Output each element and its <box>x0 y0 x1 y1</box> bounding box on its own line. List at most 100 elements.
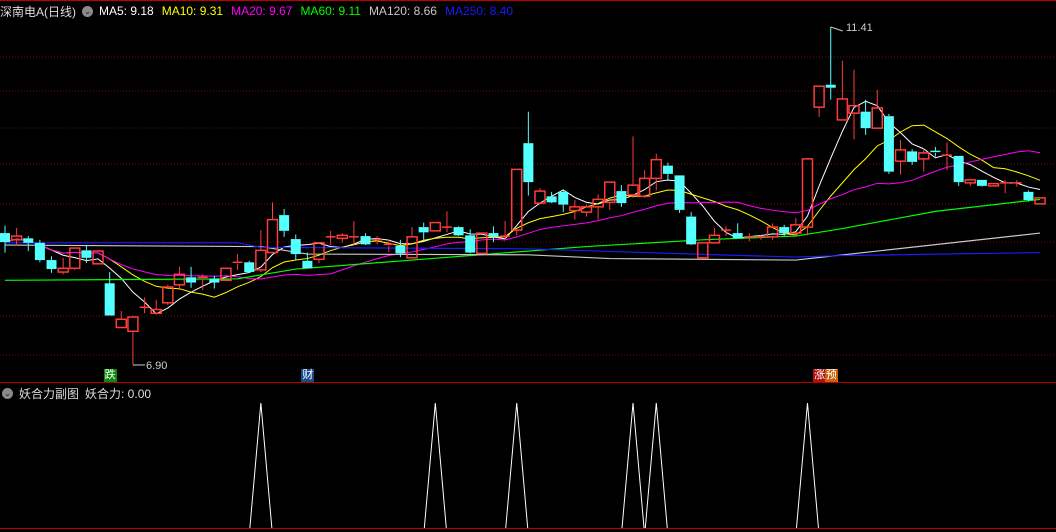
ma60-line <box>4 198 1041 281</box>
candle <box>325 230 336 246</box>
candle-body <box>907 151 918 162</box>
candle-body <box>0 233 10 243</box>
candle-body <box>81 250 92 258</box>
candle <box>580 204 593 217</box>
yaoheli-spike <box>423 402 447 529</box>
candle <box>476 232 488 255</box>
candle-body <box>313 242 325 261</box>
candle <box>558 190 569 213</box>
candle <box>638 170 651 198</box>
candle-body <box>336 234 349 240</box>
candle-body <box>825 84 836 88</box>
candle-body <box>883 116 894 172</box>
ma120-line <box>4 232 1041 261</box>
candle <box>313 242 325 264</box>
candle-body <box>10 235 23 241</box>
candle <box>650 153 663 191</box>
candle-body <box>569 206 581 212</box>
candle-body <box>546 196 557 203</box>
candle-body <box>918 152 930 160</box>
candle <box>546 191 557 204</box>
candle <box>115 311 128 329</box>
candle <box>674 175 685 213</box>
candle-body <box>616 191 627 204</box>
candle <box>150 299 162 315</box>
candle <box>871 89 883 129</box>
candle-body <box>418 227 429 233</box>
candle-body <box>244 262 255 273</box>
candle <box>255 230 267 273</box>
candle <box>883 113 894 174</box>
candle-body <box>465 235 476 253</box>
candle <box>523 111 534 196</box>
candle-body <box>987 182 1000 187</box>
candlestick-chart[interactable]: 11.41 6.90 <box>0 0 1056 532</box>
candle-body <box>127 316 139 333</box>
candle-body <box>1034 197 1046 205</box>
candle <box>266 202 279 254</box>
candle <box>418 222 429 240</box>
signal-tag-wealth: 财 <box>301 369 315 382</box>
candle <box>244 260 255 273</box>
candle <box>0 225 10 253</box>
candle <box>569 200 581 220</box>
candle <box>894 140 907 175</box>
candle-body <box>104 283 115 316</box>
candle-body <box>964 179 977 184</box>
candle <box>860 99 871 135</box>
candle-body <box>697 242 709 259</box>
candle <box>801 158 814 236</box>
candle <box>732 223 743 239</box>
candle-body <box>476 232 488 255</box>
candle-body <box>150 308 162 315</box>
candle <box>360 233 371 246</box>
candle <box>173 266 186 291</box>
yaoheli-spike <box>505 402 529 529</box>
candle-body <box>848 104 860 114</box>
candle-body <box>162 286 174 304</box>
candle <box>336 233 349 243</box>
candle <box>127 315 139 365</box>
candle <box>372 236 383 245</box>
candle <box>825 27 836 100</box>
candle-body <box>488 233 499 237</box>
candle-body <box>209 278 220 283</box>
candle <box>627 136 639 198</box>
yaoheli-spike <box>644 402 668 529</box>
candle <box>348 221 359 246</box>
candle-body <box>115 318 128 329</box>
candle <box>697 242 709 259</box>
yaoheli-spike <box>795 402 819 529</box>
candle <box>686 212 697 246</box>
candle <box>1011 179 1022 187</box>
candle-body <box>395 245 406 254</box>
candle-body <box>860 111 871 129</box>
candle-body <box>580 206 593 213</box>
candle-body <box>558 191 569 205</box>
candle <box>592 194 604 220</box>
candle-body <box>779 227 790 234</box>
candle <box>209 275 220 289</box>
candle-body <box>360 236 371 245</box>
yaoheli-spike <box>249 402 273 529</box>
high-price-label: 11.41 <box>846 22 873 34</box>
candle <box>1034 197 1046 205</box>
candle <box>23 236 34 252</box>
candle-body <box>46 260 57 270</box>
candle-body <box>953 155 964 183</box>
candle-body <box>662 165 673 174</box>
low-price-label: 6.90 <box>146 360 167 372</box>
high-arrow <box>830 26 843 32</box>
candle <box>987 182 1000 187</box>
candle-body <box>686 216 697 245</box>
candle <box>34 239 45 263</box>
candle <box>302 252 313 269</box>
candle <box>186 266 197 288</box>
candle-body <box>290 239 301 255</box>
candle <box>429 221 442 232</box>
candle <box>279 209 290 237</box>
yaoheli-spike <box>621 402 645 529</box>
candle <box>104 272 115 316</box>
candle <box>976 179 987 187</box>
candle-body <box>34 242 45 261</box>
